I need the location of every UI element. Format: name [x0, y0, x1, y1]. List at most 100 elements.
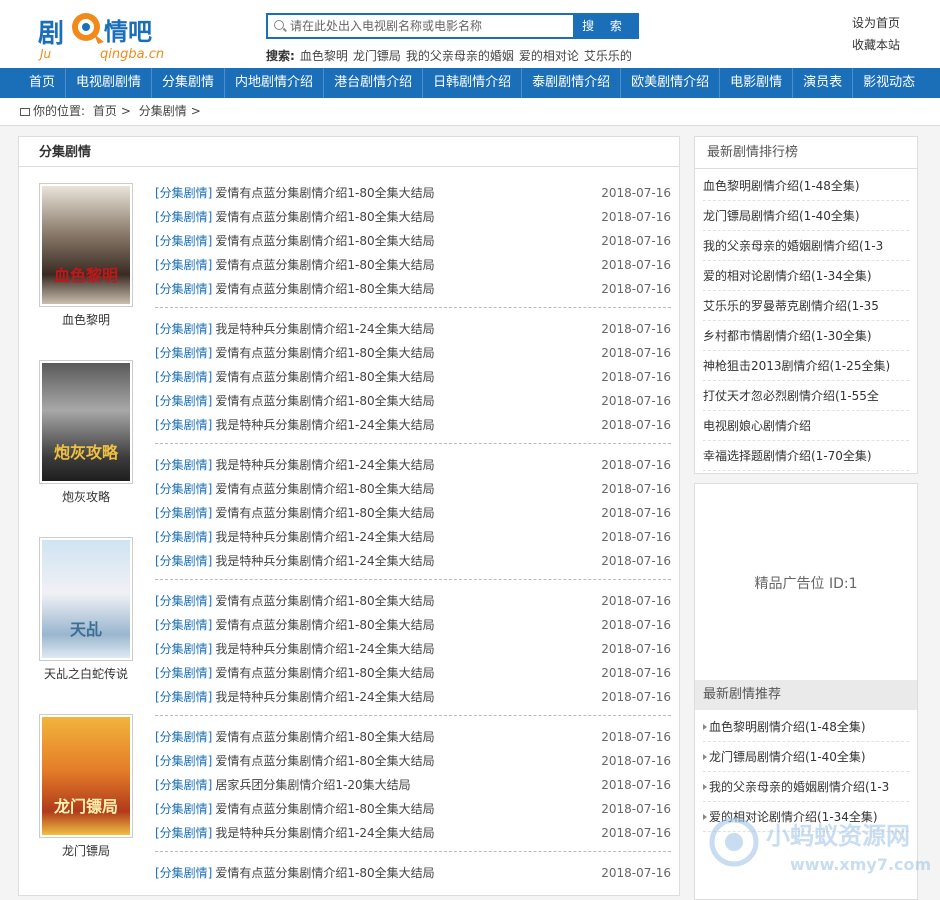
poster-caption[interactable]: 炮灰攻略: [39, 488, 133, 505]
poster-image[interactable]: 龙门镖局: [39, 714, 133, 838]
episode-title-link[interactable]: 爱情有点蓝分集剧情介绍1-80全集大结局: [215, 730, 434, 744]
poster-caption[interactable]: 天乩之白蛇传说: [39, 665, 133, 682]
search-button[interactable]: 搜 索: [573, 15, 637, 37]
recommend-item[interactable]: 龙门镖局剧情介绍(1-40全集): [703, 742, 909, 772]
category-tag[interactable]: [分集剧情]: [155, 730, 212, 744]
list-item[interactable]: [分集剧情] 爱情有点蓝分集剧情介绍1-80全集大结局 2018-07-16: [155, 365, 671, 389]
nav-item[interactable]: 泰剧剧情介绍: [522, 68, 622, 98]
episode-title-link[interactable]: 我是特种兵分集剧情介绍1-24全集大结局: [215, 458, 434, 472]
category-tag[interactable]: [分集剧情]: [155, 826, 212, 840]
category-tag[interactable]: [分集剧情]: [155, 506, 212, 520]
list-item[interactable]: [分集剧情] 爱情有点蓝分集剧情介绍1-80全集大结局 2018-07-16: [155, 589, 671, 613]
hot-search-item[interactable]: 血色黎明: [300, 49, 348, 63]
list-item[interactable]: [分集剧情] 爱情有点蓝分集剧情介绍1-80全集大结局 2018-07-16: [155, 749, 671, 773]
recommend-item[interactable]: 血色黎明剧情介绍(1-48全集): [703, 712, 909, 742]
list-item[interactable]: [分集剧情] 我是特种兵分集剧情介绍1-24全集大结局 2018-07-16: [155, 413, 671, 437]
category-tag[interactable]: [分集剧情]: [155, 394, 212, 408]
list-item[interactable]: [分集剧情] 爱情有点蓝分集剧情介绍1-80全集大结局 2018-07-16: [155, 389, 671, 413]
category-tag[interactable]: [分集剧情]: [155, 866, 212, 880]
breadcrumb-current[interactable]: 分集剧情: [139, 104, 187, 118]
list-item[interactable]: [分集剧情] 爱情有点蓝分集剧情介绍1-80全集大结局 2018-07-16: [155, 253, 671, 277]
list-item[interactable]: [分集剧情] 爱情有点蓝分集剧情介绍1-80全集大结局 2018-07-16: [155, 205, 671, 229]
category-tag[interactable]: [分集剧情]: [155, 418, 212, 432]
category-tag[interactable]: [分集剧情]: [155, 234, 212, 248]
list-item[interactable]: [分集剧情] 居家兵团分集剧情介绍1-20集大结局 2018-07-16: [155, 773, 671, 797]
episode-title-link[interactable]: 居家兵团分集剧情介绍1-20集大结局: [215, 778, 410, 792]
rank-item[interactable]: 乡村都市情剧情介绍(1-30全集): [703, 321, 909, 351]
nav-item[interactable]: 港台剧情介绍: [324, 68, 424, 98]
hot-search-item[interactable]: 我的父亲母亲的婚姻: [406, 49, 514, 63]
list-item[interactable]: [分集剧情] 我是特种兵分集剧情介绍1-24全集大结局 2018-07-16: [155, 637, 671, 661]
nav-item[interactable]: 首页: [19, 68, 67, 98]
episode-title-link[interactable]: 爱情有点蓝分集剧情介绍1-80全集大结局: [215, 618, 434, 632]
category-tag[interactable]: [分集剧情]: [155, 346, 212, 360]
list-item[interactable]: [分集剧情] 爱情有点蓝分集剧情介绍1-80全集大结局 2018-07-16: [155, 797, 671, 821]
episode-title-link[interactable]: 爱情有点蓝分集剧情介绍1-80全集大结局: [215, 506, 434, 520]
category-tag[interactable]: [分集剧情]: [155, 530, 212, 544]
nav-item[interactable]: 日韩剧情介绍: [423, 68, 523, 98]
nav-item[interactable]: 演员表: [793, 68, 854, 98]
episode-title-link[interactable]: 爱情有点蓝分集剧情介绍1-80全集大结局: [215, 346, 434, 360]
episode-title-link[interactable]: 爱情有点蓝分集剧情介绍1-80全集大结局: [215, 258, 434, 272]
poster-image[interactable]: 血色黎明: [39, 183, 133, 307]
episode-title-link[interactable]: 我是特种兵分集剧情介绍1-24全集大结局: [215, 690, 434, 704]
category-tag[interactable]: [分集剧情]: [155, 282, 212, 296]
list-item[interactable]: [分集剧情] 爱情有点蓝分集剧情介绍1-80全集大结局 2018-07-16: [155, 613, 671, 637]
list-item[interactable]: [分集剧情] 我是特种兵分集剧情介绍1-24全集大结局 2018-07-16: [155, 685, 671, 709]
list-item[interactable]: [分集剧情] 爱情有点蓝分集剧情介绍1-80全集大结局 2018-07-16: [155, 725, 671, 749]
category-tag[interactable]: [分集剧情]: [155, 754, 212, 768]
rank-item[interactable]: 神枪狙击2013剧情介绍(1-25全集): [703, 351, 909, 381]
list-item[interactable]: [分集剧情] 爱情有点蓝分集剧情介绍1-80全集大结局 2018-07-16: [155, 477, 671, 501]
nav-item[interactable]: 电影剧情: [720, 68, 794, 98]
nav-item[interactable]: 电视剧剧情: [66, 68, 153, 98]
list-item[interactable]: [分集剧情] 爱情有点蓝分集剧情介绍1-80全集大结局 2018-07-16: [155, 181, 671, 205]
set-homepage-link[interactable]: 设为首页: [852, 12, 900, 34]
category-tag[interactable]: [分集剧情]: [155, 594, 212, 608]
category-tag[interactable]: [分集剧情]: [155, 210, 212, 224]
episode-title-link[interactable]: 我是特种兵分集剧情介绍1-24全集大结局: [215, 554, 434, 568]
rank-item[interactable]: 我的父亲母亲的婚姻剧情介绍(1-3: [703, 231, 909, 261]
rank-item[interactable]: 幸福选择题剧情介绍(1-70全集): [703, 441, 909, 471]
episode-title-link[interactable]: 爱情有点蓝分集剧情介绍1-80全集大结局: [215, 370, 434, 384]
breadcrumb-home[interactable]: 首页: [93, 104, 117, 118]
episode-title-link[interactable]: 爱情有点蓝分集剧情介绍1-80全集大结局: [215, 754, 434, 768]
category-tag[interactable]: [分集剧情]: [155, 370, 212, 384]
list-item[interactable]: [分集剧情] 爱情有点蓝分集剧情介绍1-80全集大结局 2018-07-16: [155, 277, 671, 301]
episode-title-link[interactable]: 爱情有点蓝分集剧情介绍1-80全集大结局: [215, 594, 434, 608]
list-item[interactable]: [分集剧情] 我是特种兵分集剧情介绍1-24全集大结局 2018-07-16: [155, 317, 671, 341]
poster-caption[interactable]: 龙门镖局: [39, 842, 133, 859]
rank-item[interactable]: 打仗天才忽必烈剧情介绍(1-55全: [703, 381, 909, 411]
site-logo[interactable]: 剧 情吧 Ju qingba.cn: [38, 10, 188, 62]
category-tag[interactable]: [分集剧情]: [155, 458, 212, 472]
poster-caption[interactable]: 血色黎明: [39, 311, 133, 328]
list-item[interactable]: [分集剧情] 爱情有点蓝分集剧情介绍1-80全集大结局 2018-07-16: [155, 661, 671, 685]
episode-title-link[interactable]: 我是特种兵分集剧情介绍1-24全集大结局: [215, 826, 434, 840]
hot-search-item[interactable]: 爱的相对论: [519, 49, 579, 63]
nav-item[interactable]: 分集剧情: [152, 68, 226, 98]
list-item[interactable]: [分集剧情] 爱情有点蓝分集剧情介绍1-80全集大结局 2018-07-16: [155, 341, 671, 365]
recommend-item[interactable]: 爱的相对论剧情介绍(1-34全集): [703, 802, 909, 832]
list-item[interactable]: [分集剧情] 爱情有点蓝分集剧情介绍1-80全集大结局 2018-07-16: [155, 501, 671, 525]
category-tag[interactable]: [分集剧情]: [155, 186, 212, 200]
list-item[interactable]: [分集剧情] 爱情有点蓝分集剧情介绍1-80全集大结局 2018-07-16: [155, 861, 671, 885]
rank-item[interactable]: 艾乐乐的罗曼蒂克剧情介绍(1-35: [703, 291, 909, 321]
episode-title-link[interactable]: 爱情有点蓝分集剧情介绍1-80全集大结局: [215, 802, 434, 816]
rank-item[interactable]: 血色黎明剧情介绍(1-48全集): [703, 171, 909, 201]
episode-title-link[interactable]: 爱情有点蓝分集剧情介绍1-80全集大结局: [215, 866, 434, 880]
category-tag[interactable]: [分集剧情]: [155, 482, 212, 496]
episode-title-link[interactable]: 爱情有点蓝分集剧情介绍1-80全集大结局: [215, 186, 434, 200]
episode-title-link[interactable]: 我是特种兵分集剧情介绍1-24全集大结局: [215, 322, 434, 336]
rank-item[interactable]: 爱的相对论剧情介绍(1-34全集): [703, 261, 909, 291]
poster-image[interactable]: 炮灰攻略: [39, 360, 133, 484]
poster-image[interactable]: 天乩: [39, 537, 133, 661]
episode-title-link[interactable]: 爱情有点蓝分集剧情介绍1-80全集大结局: [215, 234, 434, 248]
category-tag[interactable]: [分集剧情]: [155, 618, 212, 632]
list-item[interactable]: [分集剧情] 我是特种兵分集剧情介绍1-24全集大结局 2018-07-16: [155, 453, 671, 477]
category-tag[interactable]: [分集剧情]: [155, 554, 212, 568]
category-tag[interactable]: [分集剧情]: [155, 642, 212, 656]
nav-item[interactable]: 影视动态: [853, 68, 925, 98]
list-item[interactable]: [分集剧情] 我是特种兵分集剧情介绍1-24全集大结局 2018-07-16: [155, 549, 671, 573]
nav-item[interactable]: 欧美剧情介绍: [621, 68, 721, 98]
bookmark-link[interactable]: 收藏本站: [852, 34, 900, 56]
category-tag[interactable]: [分集剧情]: [155, 690, 212, 704]
